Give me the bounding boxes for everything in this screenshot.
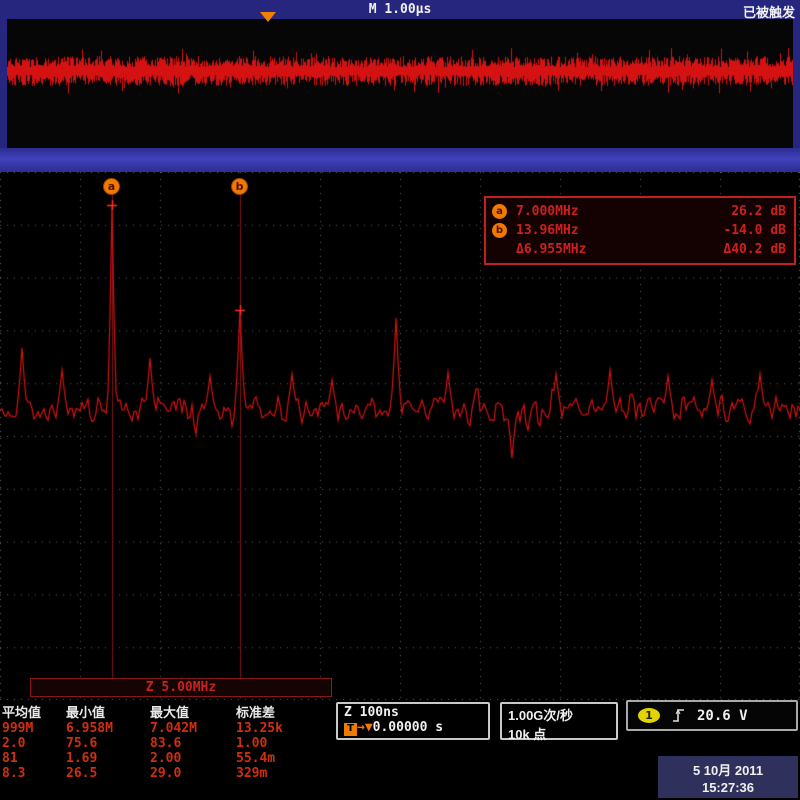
date-value: 5 10月 2011 — [693, 760, 763, 779]
table-cell: 13.25k — [236, 721, 328, 736]
cursor-a-row: a 7.000MHz 26.2 dB — [492, 202, 786, 221]
rising-edge-icon — [672, 707, 685, 724]
table-cell: 2.0 — [2, 736, 66, 751]
cursor-b-level: -14.0 dB — [723, 223, 786, 238]
divider-bar — [0, 148, 800, 172]
trigger-level-value: 20.6 V — [697, 708, 748, 724]
horizontal-settings-box[interactable]: Z 100ns T→▼0.00000 s — [336, 702, 490, 740]
time-value: 15:27:36 — [702, 780, 754, 795]
cursor-b-row: b 13.96MHz -14.0 dB — [492, 221, 786, 240]
table-cell: 1.00 — [236, 736, 328, 751]
spacer — [492, 242, 507, 257]
measurement-table: 平均值 最小值 最大值 标准差 999M 6.958M 7.042M 13.25… — [2, 702, 328, 781]
col-header-min: 最小值 — [66, 702, 150, 721]
screen-right-edge — [793, 19, 800, 148]
channel-1-badge[interactable]: 1 — [638, 708, 660, 723]
cursor-readout-box: a 7.000MHz 26.2 dB b 13.96MHz -14.0 dB Δ… — [484, 196, 796, 265]
trigger-position-row: T→▼0.00000 s — [344, 720, 482, 736]
cursor-delta-frequency: Δ6.955MHz — [516, 242, 634, 257]
record-length: 10k 点 — [508, 724, 610, 743]
table-cell: 81 — [2, 751, 66, 766]
sample-rate: 1.00G次/秒 — [508, 705, 610, 724]
cursor-a-icon: a — [492, 204, 507, 219]
table-cell: 55.4m — [236, 751, 328, 766]
table-cell: 29.0 — [150, 766, 236, 781]
timebase-readout: M 1.00µs — [0, 2, 800, 17]
col-header-stddev: 标准差 — [236, 702, 328, 721]
zoom-timebase: Z 100ns — [344, 705, 482, 720]
cursor-a-frequency: 7.000MHz — [516, 204, 634, 219]
screen-left-edge — [0, 19, 7, 148]
table-cell: 6.958M — [66, 721, 150, 736]
top-status-bar: M 1.00µs 已被触发 — [0, 0, 800, 19]
cursor-a-handle[interactable]: a — [103, 178, 120, 195]
table-cell: 999M — [2, 721, 66, 736]
bottom-status-region: 平均值 最小值 最大值 标准差 999M 6.958M 7.042M 13.25… — [0, 700, 800, 800]
trigger-arrow-icon: →▼ — [357, 720, 373, 735]
trigger-position-marker-icon[interactable] — [260, 12, 276, 22]
oscilloscope-screen: M 1.00µs 已被触发 a b a 7.000MHz 26.2 dB b 1… — [0, 0, 800, 800]
table-cell: 83.6 — [150, 736, 236, 751]
table-cell: 2.00 — [150, 751, 236, 766]
time-domain-trace — [7, 19, 793, 148]
trigger-settings-box[interactable]: 1 20.6 V — [626, 700, 798, 731]
table-cell: 75.6 — [66, 736, 150, 751]
col-header-max: 最大值 — [150, 702, 236, 721]
acquisition-settings-box[interactable]: 1.00G次/秒 10k 点 — [500, 702, 618, 740]
cursor-b-handle[interactable]: b — [231, 178, 248, 195]
table-cell: 329m — [236, 766, 328, 781]
table-cell: 7.042M — [150, 721, 236, 736]
spectrum-scale-bar[interactable]: Z 5.00MHz — [30, 678, 332, 697]
trigger-position-value: 0.00000 s — [373, 720, 443, 735]
cursor-a-level: 26.2 dB — [731, 204, 786, 219]
trigger-t-icon: T — [344, 723, 357, 736]
cursor-delta-row: Δ6.955MHz Δ40.2 dB — [492, 240, 786, 259]
cursor-b-frequency: 13.96MHz — [516, 223, 634, 238]
datetime-box: 5 10月 2011 15:27:36 — [658, 756, 798, 798]
table-cell: 1.69 — [66, 751, 150, 766]
cursor-delta-level: Δ40.2 dB — [723, 242, 786, 257]
table-cell: 8.3 — [2, 766, 66, 781]
table-cell: 26.5 — [66, 766, 150, 781]
col-header-mean: 平均值 — [2, 702, 66, 721]
cursor-b-icon: b — [492, 223, 507, 238]
